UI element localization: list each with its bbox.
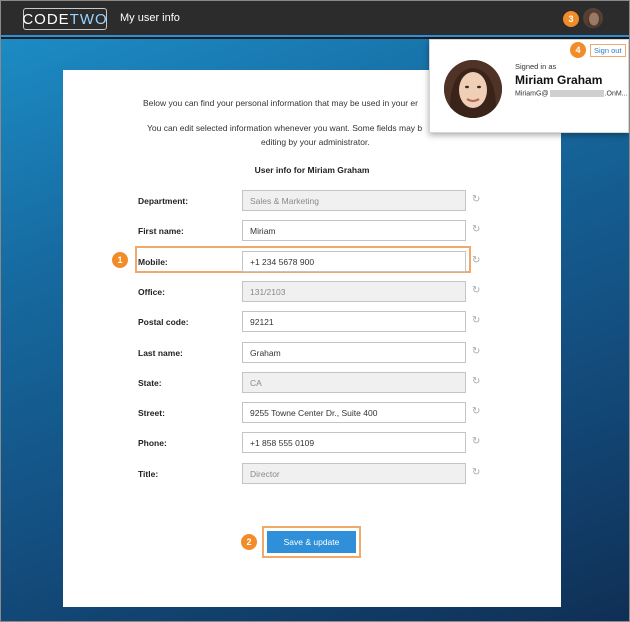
reset-icon[interactable]: ↻ — [472, 255, 482, 266]
field-input-last-name[interactable]: Graham — [242, 341, 466, 363]
field-input-title: Director — [242, 462, 466, 484]
avatar-image — [584, 9, 602, 27]
reset-icon[interactable]: ↻ — [472, 346, 482, 357]
reset-icon[interactable]: ↻ — [472, 316, 482, 326]
intro-text-line2a: You can edit selected information whenev… — [147, 123, 423, 133]
app-title: My user info — [120, 12, 180, 24]
user-avatar-button[interactable] — [583, 8, 603, 28]
reset-icon[interactable]: ↻ — [472, 376, 482, 387]
field-label-mobile: Mobile: — [138, 256, 168, 267]
logo-two-text: TWO — [69, 10, 108, 28]
callout-badge-3: 3 — [563, 11, 579, 27]
field-input-postal-code[interactable]: 92121 — [242, 311, 466, 333]
field-input-state: CA — [242, 371, 466, 393]
field-label-office: Office: — [138, 286, 165, 297]
logo-code-text: CODE — [22, 10, 70, 28]
user-display-name: Miriam Graham — [515, 73, 603, 87]
save-update-button[interactable]: Save & update — [267, 531, 356, 553]
codetwo-logo[interactable]: CODE TWO — [22, 8, 108, 30]
section-title: User info for Miriam Graham — [254, 165, 370, 175]
reset-icon[interactable]: ↻ — [472, 285, 482, 296]
email-redaction — [549, 90, 604, 97]
field-row-state: State: CA ↻ — [63, 371, 561, 394]
reset-icon[interactable]: ↻ — [472, 467, 482, 478]
field-row-last-name: Last name: Graham ↻ — [63, 341, 561, 364]
field-label-phone: Phone: — [138, 438, 167, 449]
field-row-department: Department: Sales & Marketing ↻ — [63, 190, 561, 212]
sign-out-link[interactable]: Sign out — [590, 44, 626, 57]
profile-photo — [444, 60, 502, 118]
field-input-office: 131/2103 — [242, 280, 466, 302]
field-row-office: Office: 131/2103 ↻ — [63, 280, 561, 303]
field-label-title: Title: — [138, 468, 159, 479]
field-row-postal-code: Postal code: 92121 ↻ — [63, 311, 561, 333]
field-input-department: Sales & Marketing — [242, 190, 466, 211]
field-row-title: Title: Director ↻ — [63, 462, 561, 485]
top-bar: CODE TWO My user info 3 — [1, 1, 629, 37]
profile-photo-image — [444, 60, 502, 118]
field-row-street: Street: 9255 Towne Center Dr., Suite 400 ↻ — [63, 402, 561, 424]
app-window: CODE TWO My user info 3 Below you can fin… — [0, 0, 630, 622]
reset-icon[interactable]: ↻ — [472, 225, 482, 235]
field-row-phone: Phone: +1 858 555 0109 ↻ — [63, 432, 561, 454]
field-input-mobile[interactable]: +1 234 5678 900 — [242, 250, 466, 272]
field-input-phone[interactable]: +1 858 555 0109 — [242, 432, 466, 454]
field-row-mobile: Mobile: +1 234 5678 900 ↻ — [63, 250, 561, 273]
user-info-card: Below you can find your personal informa… — [63, 70, 561, 607]
reset-icon[interactable]: ↻ — [472, 407, 482, 417]
intro-text-line2b: editing by your administrator. — [261, 137, 370, 147]
field-label-department: Department: — [138, 196, 189, 206]
callout-badge-4: 4 — [570, 42, 586, 58]
user-email: MiriamG@ .OnM... — [515, 90, 628, 97]
field-label-street: Street: — [138, 408, 165, 419]
field-input-first-name[interactable]: Miriam — [242, 220, 466, 242]
field-label-state: State: — [138, 377, 162, 388]
account-popup: 4 Sign out Signed in as Miriam Graham Mi… — [429, 39, 629, 133]
save-highlight-box: Save & update — [262, 526, 361, 558]
email-prefix: MiriamG@ — [515, 90, 549, 98]
field-label-postal-code: Postal code: — [138, 317, 189, 328]
field-label-last-name: Last name: — [138, 347, 183, 358]
reset-icon[interactable]: ↻ — [472, 437, 482, 447]
field-label-first-name: First name: — [138, 226, 184, 237]
signed-in-label: Signed in as — [515, 62, 557, 71]
field-input-street[interactable]: 9255 Towne Center Dr., Suite 400 — [242, 402, 466, 424]
field-row-first-name: First name: Miriam ↻ — [63, 220, 561, 242]
reset-icon[interactable]: ↻ — [472, 195, 482, 205]
email-suffix: .OnM... — [604, 90, 628, 98]
callout-badge-2: 2 — [241, 534, 257, 550]
